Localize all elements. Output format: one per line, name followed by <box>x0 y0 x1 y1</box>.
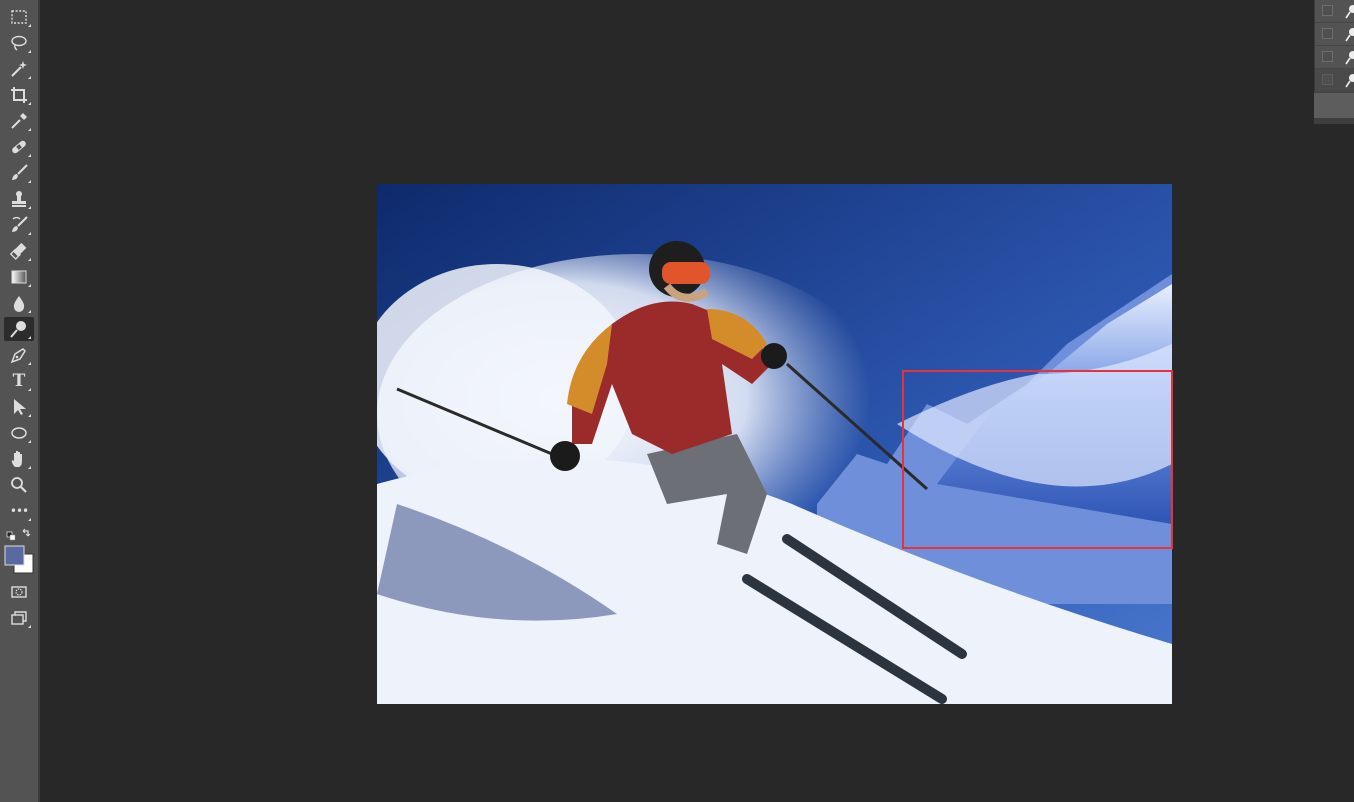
swap-colors-icon[interactable] <box>22 528 31 537</box>
layer-row[interactable] <box>1315 0 1354 23</box>
gradient-icon[interactable] <box>4 265 34 289</box>
history-brush-icon[interactable] <box>4 213 34 237</box>
foreground-color-swatch[interactable] <box>4 545 25 566</box>
layer-row[interactable] <box>1315 23 1354 46</box>
panel-divider <box>1314 118 1354 124</box>
more-tools-icon[interactable]: ••• <box>4 499 34 523</box>
dodge-icon <box>1345 51 1354 65</box>
visibility-toggle[interactable] <box>1322 28 1333 39</box>
dodge-icon <box>1345 74 1354 88</box>
hand-icon[interactable] <box>4 447 34 471</box>
rectangular-marquee-icon[interactable] <box>4 5 34 29</box>
screen-mode-icon[interactable] <box>4 606 34 630</box>
magic-wand-icon[interactable] <box>4 57 34 81</box>
eyedropper-icon[interactable] <box>4 109 34 133</box>
tools-panel: T ••• <box>0 0 40 802</box>
visibility-toggle[interactable] <box>1322 51 1333 62</box>
more-tools-glyph: ••• <box>9 504 29 518</box>
path-selection-icon[interactable] <box>4 395 34 419</box>
layers-panel-footer <box>1314 92 1354 119</box>
lasso-icon[interactable] <box>4 31 34 55</box>
visibility-toggle[interactable] <box>1322 5 1333 16</box>
dodge-icon <box>1345 5 1354 19</box>
quick-mask-icon[interactable] <box>4 580 34 604</box>
blur-icon[interactable] <box>4 291 34 315</box>
eraser-icon[interactable] <box>4 239 34 263</box>
ellipse-icon[interactable] <box>4 421 34 445</box>
layer-row[interactable] <box>1315 69 1354 92</box>
brush-icon[interactable] <box>4 161 34 185</box>
type-icon-glyph: T <box>12 371 26 391</box>
visibility-toggle[interactable] <box>1322 74 1333 85</box>
type-icon[interactable]: T <box>4 369 34 393</box>
default-colors-icon[interactable] <box>6 531 16 541</box>
color-swatches <box>4 528 34 576</box>
dodge-icon[interactable] <box>4 317 34 341</box>
selection-rectangle <box>902 370 1173 549</box>
layer-row[interactable] <box>1315 46 1354 69</box>
pen-icon[interactable] <box>4 343 34 367</box>
healing-brush-icon[interactable] <box>4 135 34 159</box>
zoom-icon[interactable] <box>4 473 34 497</box>
dodge-icon <box>1345 28 1354 42</box>
crop-icon[interactable] <box>4 83 34 107</box>
clone-stamp-icon[interactable] <box>4 187 34 211</box>
